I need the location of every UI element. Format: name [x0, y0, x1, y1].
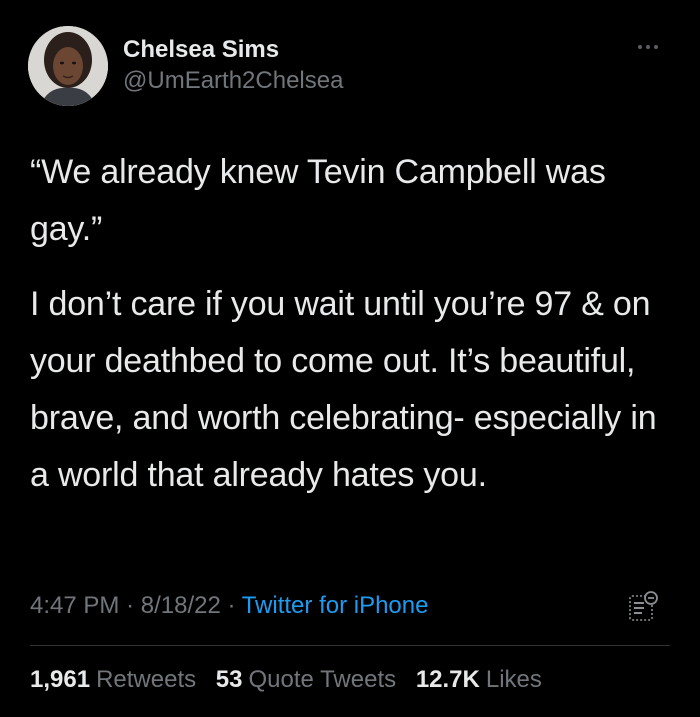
author-handle[interactable]: @UmEarth2Chelsea — [123, 66, 343, 96]
likes-label: Likes — [485, 666, 542, 693]
divider — [30, 645, 670, 646]
tweet-paragraph: “We already knew Tevin Campbell was gay.… — [30, 153, 606, 248]
tweet-source-link[interactable]: Twitter for iPhone — [242, 592, 429, 619]
analytics-icon-graphic — [629, 591, 658, 621]
retweets-label: Retweets — [96, 666, 197, 693]
author-display-name[interactable]: Chelsea Sims — [123, 36, 343, 64]
tweet-meta: 4:47 PM · 8/18/22 · Twitter for iPhone — [30, 590, 428, 622]
quote-tweets-label: Quote Tweets — [248, 666, 397, 693]
tweet-date[interactable]: 8/18/22 — [141, 592, 221, 619]
tweet-header: Chelsea Sims @UmEarth2Chelsea — [28, 24, 672, 106]
retweets-stat[interactable]: 1,961 Retweets — [30, 664, 196, 696]
more-dot — [646, 45, 650, 49]
tweet-time[interactable]: 4:47 PM — [30, 592, 119, 619]
likes-count: 12.7K — [415, 666, 480, 693]
quote-tweets-stat[interactable]: 53 Quote Tweets — [216, 664, 396, 696]
meta-separator: · — [227, 592, 236, 619]
more-options-icon[interactable] — [638, 42, 668, 52]
tweet-text: “We already knew Tevin Campbell was gay.… — [30, 144, 670, 504]
tweet-paragraph: I don’t care if you wait until you’re 97… — [30, 285, 657, 494]
avatar[interactable] — [28, 26, 108, 106]
tweet-card: Chelsea Sims @UmEarth2Chelsea “We alread… — [0, 0, 700, 717]
quote-tweets-count: 53 — [215, 666, 243, 693]
author-names: Chelsea Sims @UmEarth2Chelsea — [123, 36, 343, 96]
meta-separator: · — [126, 592, 135, 619]
tweet-analytics-icon[interactable] — [628, 590, 658, 624]
tweet-stats: 1,961 Retweets 53 Quote Tweets 12.7K Likes — [30, 664, 555, 696]
more-dot — [654, 45, 658, 49]
more-dot — [638, 45, 642, 49]
retweets-count: 1,961 — [30, 666, 91, 693]
likes-stat[interactable]: 12.7K Likes — [416, 664, 542, 696]
avatar-image — [28, 26, 108, 106]
